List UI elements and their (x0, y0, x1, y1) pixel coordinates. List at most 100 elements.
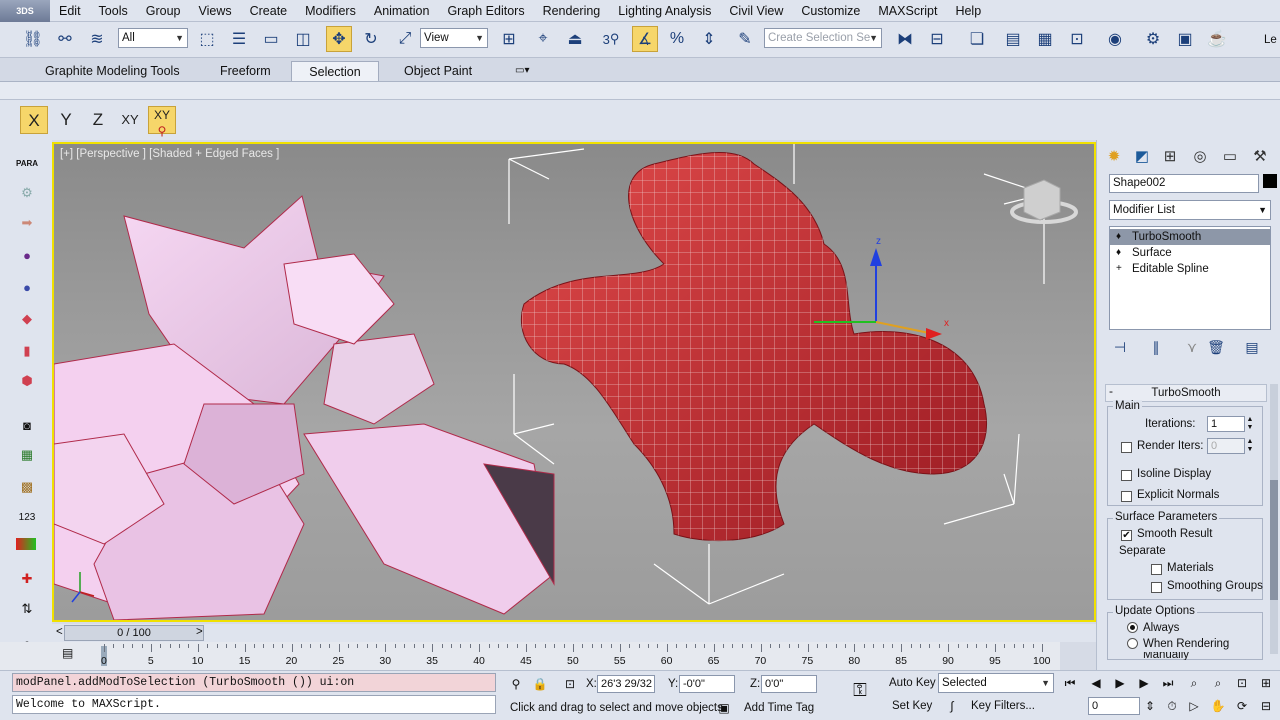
absolute-mode-icon[interactable]: ⊡ (560, 675, 580, 693)
modifier-list-dropdown[interactable]: Modifier List ▼ (1109, 200, 1271, 220)
window-crossing-icon[interactable]: ◫ (290, 26, 316, 52)
rect-selection-icon[interactable]: ▭ (258, 26, 284, 52)
gear-icon[interactable]: ⚙ (16, 182, 38, 204)
select-and-move-icon[interactable]: ✥ (326, 26, 352, 52)
materials-checkbox[interactable] (1151, 564, 1162, 575)
menu-views[interactable]: Views (189, 0, 240, 22)
select-by-name-icon[interactable]: ☰ (226, 26, 252, 52)
create-tab-icon[interactable]: ✹ (1103, 146, 1125, 168)
menu-modifiers[interactable]: Modifiers (296, 0, 365, 22)
named-selection-sets-dropdown[interactable]: Create Selection Se ▼ (764, 28, 882, 48)
default-tangent-icon[interactable]: ∫ (942, 697, 962, 715)
always-radio[interactable] (1127, 622, 1138, 633)
unlink-icon[interactable]: ⚯ (52, 26, 78, 52)
rendered-frame-window-icon[interactable]: ▣ (1172, 26, 1198, 52)
para-label[interactable]: PARA (16, 152, 38, 174)
axis-x-button[interactable]: X (20, 106, 48, 134)
bulb-icon[interactable]: ♦ (1116, 229, 1121, 245)
rollout-collapse-icon[interactable]: - (1109, 384, 1113, 398)
menu-rendering[interactable]: Rendering (534, 0, 610, 22)
render-production-icon[interactable]: ☕ (1204, 26, 1230, 52)
menu-civil-view[interactable]: Civil View (720, 0, 792, 22)
menu-animation[interactable]: Animation (365, 0, 439, 22)
orbit-icon[interactable]: ⟳ (1232, 697, 1252, 715)
numeric-label[interactable]: 123 (16, 506, 38, 528)
smooth-result-checkbox[interactable]: ✔ (1121, 530, 1132, 541)
utilities-tab-icon[interactable]: ⚒ (1249, 146, 1271, 168)
menu-tools[interactable]: Tools (90, 0, 137, 22)
graphite-toggle-icon[interactable]: ▤ (1000, 26, 1026, 52)
next-frame-icon[interactable]: ▶ (1134, 674, 1154, 692)
sphere-blue-icon[interactable]: ● (16, 276, 38, 298)
select-and-rotate-icon[interactable]: ↻ (358, 26, 384, 52)
play-icon[interactable]: ▶ (1110, 674, 1130, 692)
mirror-icon[interactable]: ⧓ (892, 26, 918, 52)
layer-manager-icon[interactable]: ❏ (964, 26, 990, 52)
selection-lock-icon[interactable]: ⚲ (506, 675, 526, 693)
curve-editor-icon[interactable]: ▦ (1032, 26, 1058, 52)
axis-xy-button[interactable]: XY (116, 106, 144, 134)
pin-stack-icon[interactable]: ⊣ (1109, 336, 1131, 358)
iterations-spinner[interactable]: 1 (1207, 416, 1245, 432)
previous-frame-icon[interactable]: ◀ (1086, 674, 1106, 692)
motion-tab-icon[interactable]: ◎ (1189, 146, 1211, 168)
menu-customize[interactable]: Customize (792, 0, 869, 22)
when-rendering-radio[interactable] (1127, 638, 1138, 649)
menu-create[interactable]: Create (241, 0, 297, 22)
maxscript-listener-line[interactable]: modPanel.addModToSelection (TurboSmooth … (12, 673, 496, 692)
axis-xy-constrain-button[interactable]: XY ⚲ (148, 106, 176, 138)
time-configuration-icon[interactable]: ⏱ (1162, 697, 1182, 715)
menu-lighting-analysis[interactable]: Lighting Analysis (609, 0, 720, 22)
bind-space-warp-icon[interactable]: ≋ (84, 26, 110, 52)
material-editor-icon[interactable]: ◉ (1102, 26, 1128, 52)
keyboard-shortcut-override-icon[interactable]: ⏏ (562, 26, 588, 52)
schematic-view-icon[interactable]: ⊡ (1064, 26, 1090, 52)
link-icon[interactable]: ⛓ (20, 26, 46, 52)
image-icon[interactable]: ▩ (16, 476, 38, 498)
go-to-start-icon[interactable]: ⏮ (1060, 674, 1080, 692)
isoline-display-checkbox[interactable] (1121, 470, 1132, 481)
render-iters-checkbox[interactable] (1121, 442, 1132, 453)
smoothing-groups-checkbox[interactable] (1151, 582, 1162, 593)
app-icon[interactable]: 3DS (0, 0, 50, 22)
plus-red-icon[interactable]: ✚ (16, 568, 38, 590)
command-panel-scrollbar-thumb[interactable] (1270, 480, 1278, 600)
stack-item-turbosmooth[interactable]: ♦ TurboSmooth (1110, 229, 1270, 245)
show-end-result-icon[interactable]: ∥ (1145, 336, 1167, 358)
tab-graphite-modeling-tools[interactable]: Graphite Modeling Tools (35, 61, 190, 81)
axis-y-button[interactable]: Y (52, 106, 80, 134)
expand-plus-icon[interactable]: + (1116, 261, 1122, 277)
select-object-icon[interactable]: ⬚ (194, 26, 220, 52)
hierarchy-tab-icon[interactable]: ⊞ (1159, 146, 1181, 168)
edit-named-selection-icon[interactable]: ✎ (732, 26, 758, 52)
frame-spinner-icon[interactable]: ⇕ (1140, 697, 1160, 715)
time-slider-next[interactable]: > (196, 626, 203, 638)
snaps-toggle-icon[interactable]: 3 ⚲ (598, 26, 624, 52)
color-strip-icon[interactable] (16, 538, 36, 550)
zoom-extents-all-icon[interactable]: ⊞ (1256, 674, 1276, 692)
z-coord-field[interactable]: 0'0" (761, 675, 817, 693)
x-coord-field[interactable]: 26'3 29/32 (597, 675, 655, 693)
selection-filter-dropdown[interactable]: All ▼ (118, 28, 188, 48)
cylinder-red-icon[interactable]: ▮ (16, 340, 38, 362)
select-manipulate-icon[interactable]: ⌖ (530, 26, 556, 52)
camera-icon[interactable]: ◙ (16, 414, 38, 436)
arrow-right-icon[interactable]: ➡ (16, 212, 38, 234)
pan-view-icon[interactable]: ✋ (1208, 697, 1228, 715)
stack-item-editable-spline[interactable]: + Editable Spline (1110, 261, 1270, 277)
stack-item-surface[interactable]: ♦ Surface (1110, 245, 1270, 261)
explicit-normals-checkbox[interactable] (1121, 491, 1132, 502)
object-color-swatch[interactable] (1263, 174, 1277, 188)
auto-key-button[interactable]: Auto Key (889, 677, 936, 689)
configure-modifier-sets-icon[interactable]: ▤ (1241, 336, 1263, 358)
zoom-all-icon[interactable]: ⌕ (1208, 674, 1228, 692)
angle-snap-icon[interactable]: ∡ (632, 26, 658, 52)
bulb-icon[interactable]: ♦ (1116, 245, 1121, 261)
ribbon-options-button[interactable]: ▭▾ (505, 61, 539, 81)
key-filters-button[interactable]: Key Filters... (968, 697, 1054, 717)
y-coord-field[interactable]: -0'0" (679, 675, 735, 693)
maximize-viewport-icon[interactable]: ⊟ (1256, 697, 1276, 715)
pivot-center-icon[interactable]: ⊞ (496, 26, 522, 52)
current-frame-field[interactable]: 0 (1088, 697, 1140, 715)
menu-maxscript[interactable]: MAXScript (869, 0, 946, 22)
